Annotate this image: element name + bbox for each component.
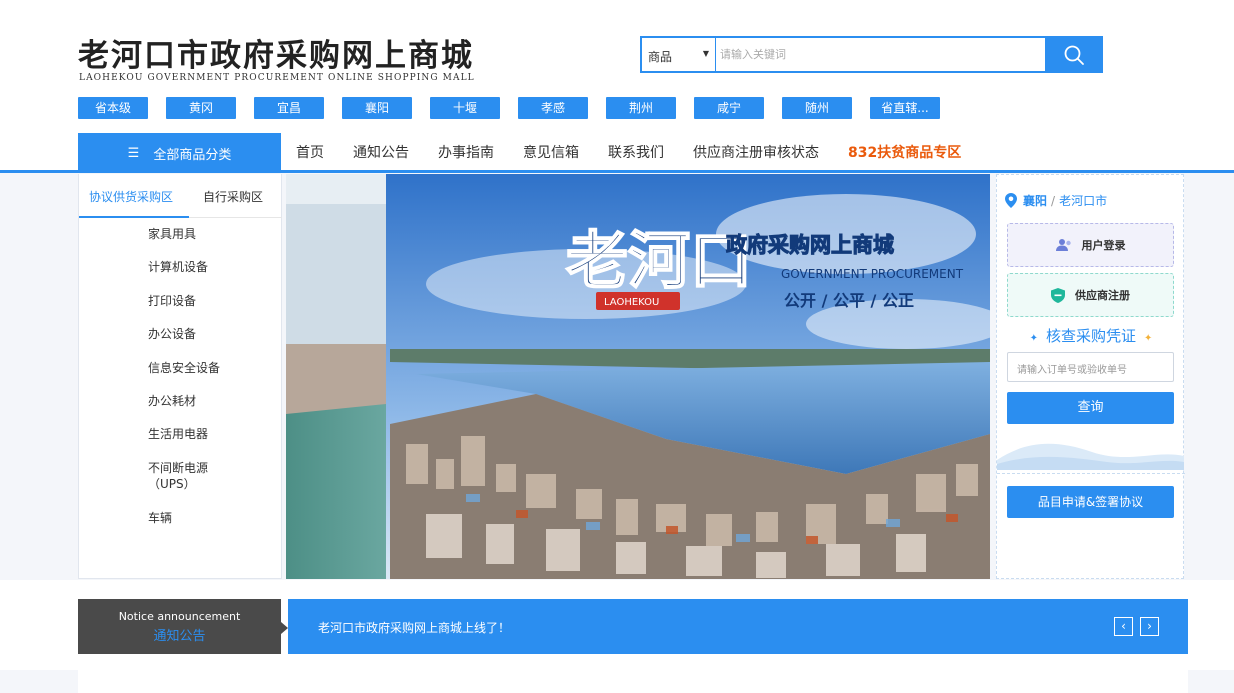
city-button[interactable]: 宜昌 xyxy=(254,97,324,119)
nav-links: 首页 通知公告 办事指南 意见信箱 联系我们 供应商注册审核状态 832扶贫商品… xyxy=(296,133,990,170)
notice-heading-cn[interactable]: 通知公告 xyxy=(78,625,281,644)
user-login-button[interactable]: 用户登录 xyxy=(1007,223,1174,267)
category-apply-button[interactable]: 品目申请&签署协议 xyxy=(1007,486,1174,518)
notice-item-link[interactable]: 老河口市政府采购网上商城上线了！ xyxy=(318,619,510,636)
location: 襄阳 / 老河口市 xyxy=(1005,192,1107,209)
nav-link-feedback[interactable]: 意见信箱 xyxy=(523,142,579,162)
city-list: 省本级 黄冈 宜昌 襄阳 十堰 孝感 荆州 咸宁 随州 省直辖... xyxy=(78,97,958,119)
location-county[interactable]: 老河口市 xyxy=(1059,192,1107,209)
location-pin-icon xyxy=(1005,193,1017,208)
notice-heading-en: Notice announcement xyxy=(118,610,241,623)
search-category-label: 商品 xyxy=(648,50,673,64)
banner-tag: LAOHEKOU xyxy=(604,297,659,308)
category-item[interactable]: 信息安全设备 xyxy=(148,360,220,393)
verify-order-input[interactable]: 请输入订单号或验收单号 xyxy=(1007,352,1174,382)
supplier-register-button[interactable]: 供应商注册 xyxy=(1007,273,1174,317)
notice-prev-button[interactable]: ‹ xyxy=(1114,617,1133,636)
active-tab-underline xyxy=(79,216,189,218)
all-categories-label: 全部商品分类 xyxy=(153,147,232,163)
sparkle-icon: ✦ xyxy=(1029,333,1038,344)
verify-title: ✦ 核查采购凭证 ✦ xyxy=(997,325,1185,346)
nav-link-guide[interactable]: 办事指南 xyxy=(438,142,494,162)
category-item-line: 不间断电源 xyxy=(148,460,209,475)
search-bar: 商品 ▼ xyxy=(640,36,1103,73)
all-categories-button[interactable]: ☰ 全部商品分类 xyxy=(78,133,281,173)
sparkle-icon: ✦ xyxy=(1144,333,1153,344)
caret-down-icon: ▼ xyxy=(702,49,709,58)
category-item[interactable]: 生活用电器 xyxy=(148,426,220,459)
category-item[interactable]: 办公设备 xyxy=(148,326,220,359)
category-item[interactable]: 车辆 xyxy=(148,510,220,543)
shield-icon xyxy=(1051,287,1065,303)
category-item[interactable]: 打印设备 xyxy=(148,293,220,326)
category-item[interactable]: 计算机设备 xyxy=(148,259,220,292)
notice-ticker: 老河口市政府采购网上商城上线了！ ‹ › xyxy=(288,599,1188,654)
user-icon xyxy=(1055,239,1071,251)
verify-query-button[interactable]: 查询 xyxy=(1007,392,1174,424)
site-subtitle: LAOHEKOU GOVERNMENT PROCUREMENT ONLINE S… xyxy=(79,73,475,83)
banner-big-chars: 老河口 xyxy=(566,224,752,297)
city-button[interactable]: 襄阳 xyxy=(342,97,412,119)
city-button[interactable]: 随州 xyxy=(782,97,852,119)
site-header: 老河口市政府采购网上商城 LAOHEKOU GOVERNMENT PROCURE… xyxy=(0,0,1234,173)
banner-illustration: 老河口 LAOHEKOU 政府采购网上商城 GOVERNMENT PROCURE… xyxy=(286,174,990,579)
nav-link-home[interactable]: 首页 xyxy=(296,142,324,162)
nav-link-supplier-status[interactable]: 供应商注册审核状态 xyxy=(693,142,819,162)
footer-strip xyxy=(78,670,1188,693)
notice-pointer xyxy=(281,622,288,634)
search-category-select[interactable]: 商品 ▼ xyxy=(642,38,716,71)
banner-slogan: 公开 / 公平 / 公正 xyxy=(784,291,914,310)
site-title[interactable]: 老河口市政府采购网上商城 xyxy=(78,30,474,75)
location-separator: / xyxy=(1051,193,1056,208)
wave-decoration xyxy=(997,443,1184,470)
category-tabs: 协议供货采购区 自行采购区 xyxy=(79,174,282,218)
city-button[interactable]: 黄冈 xyxy=(166,97,236,119)
notice-next-button[interactable]: › xyxy=(1140,617,1159,636)
city-button[interactable]: 省直辖... xyxy=(870,97,940,119)
tab-self-purchase-zone[interactable]: 自行采购区 xyxy=(203,188,263,205)
notice-heading: Notice announcement 通知公告 xyxy=(78,599,281,654)
tab-agreement-zone[interactable]: 协议供货采购区 xyxy=(89,188,173,205)
city-button[interactable]: 荆州 xyxy=(606,97,676,119)
location-city[interactable]: 襄阳 xyxy=(1023,192,1047,209)
supplier-register-label: 供应商注册 xyxy=(1075,289,1130,302)
menu-icon: ☰ xyxy=(127,145,140,161)
nav-link-notices[interactable]: 通知公告 xyxy=(353,142,409,162)
notice-bar: Notice announcement 通知公告 老河口市政府采购网上商城上线了… xyxy=(0,580,1234,670)
search-button[interactable] xyxy=(1045,36,1103,73)
category-item-line: （UPS） xyxy=(148,476,196,491)
main-nav: ☰ 全部商品分类 首页 通知公告 办事指南 意见信箱 联系我们 供应商注册审核状… xyxy=(0,133,1234,173)
city-button[interactable]: 省本级 xyxy=(78,97,148,119)
banner-en-line: GOVERNMENT PROCUREMENT xyxy=(781,267,964,281)
user-login-label: 用户登录 xyxy=(1081,239,1126,252)
panel-divider xyxy=(997,473,1185,474)
category-item[interactable]: 办公耗材 xyxy=(148,393,220,426)
city-button[interactable]: 孝感 xyxy=(518,97,588,119)
search-icon xyxy=(1064,45,1084,65)
banner-headline: 政府采购网上商城 xyxy=(726,233,894,257)
user-panel: 襄阳 / 老河口市 用户登录 供应商注册 ✦ 核查采购凭证 ✦ 请输入订单号或验收单… xyxy=(996,174,1185,579)
city-button[interactable]: 十堰 xyxy=(430,97,500,119)
nav-link-contact[interactable]: 联系我们 xyxy=(608,142,664,162)
category-item[interactable]: 不间断电源 （UPS） xyxy=(148,460,220,510)
nav-link-poverty-zone[interactable]: 832扶贫商品专区 xyxy=(848,142,961,162)
category-list: 家具用具 计算机设备 打印设备 办公设备 信息安全设备 办公耗材 生活用电器 不… xyxy=(148,226,220,543)
hero-banner[interactable]: 老河口 LAOHEKOU 政府采购网上商城 GOVERNMENT PROCURE… xyxy=(286,174,990,579)
category-panel: 协议供货采购区 自行采购区 家具用具 计算机设备 打印设备 办公设备 信息安全设… xyxy=(78,174,282,579)
city-button[interactable]: 咸宁 xyxy=(694,97,764,119)
search-input[interactable] xyxy=(720,43,1040,66)
category-item[interactable]: 家具用具 xyxy=(148,226,220,259)
verify-title-text: 核查采购凭证 xyxy=(1045,327,1136,345)
